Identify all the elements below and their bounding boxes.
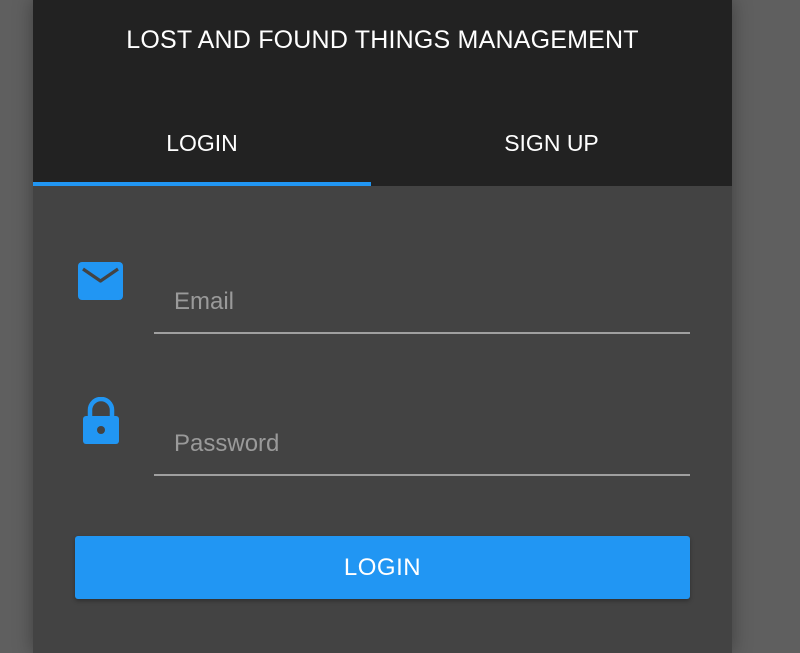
login-card: LOST AND FOUND THINGS MANAGEMENT LOGIN S… bbox=[33, 0, 732, 653]
tab-login-label: LOGIN bbox=[166, 129, 238, 156]
password-field-wrapper bbox=[154, 414, 690, 476]
active-tab-indicator bbox=[33, 182, 371, 186]
email-field-wrapper bbox=[154, 272, 690, 334]
email-field[interactable] bbox=[154, 272, 690, 332]
app-header: LOST AND FOUND THINGS MANAGEMENT LOGIN S… bbox=[33, 0, 732, 186]
password-field[interactable] bbox=[154, 414, 690, 474]
login-button[interactable]: LOGIN bbox=[75, 536, 690, 599]
tab-sign-up[interactable]: SIGN UP bbox=[371, 100, 732, 186]
tab-login[interactable]: LOGIN bbox=[33, 100, 371, 186]
app-title: LOST AND FOUND THINGS MANAGEMENT bbox=[126, 26, 639, 54]
lock-icon bbox=[82, 396, 120, 445]
tab-sign-up-label: SIGN UP bbox=[504, 129, 599, 156]
mail-icon bbox=[78, 262, 123, 300]
